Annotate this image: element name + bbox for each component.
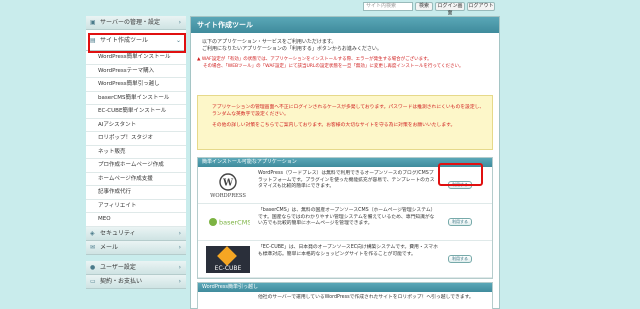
use-eccube-button[interactable]: 利用する [448,255,472,263]
chevron-right-icon: › [178,243,181,251]
sidebar-item[interactable]: baserCMS簡単インストール [86,91,186,105]
search-input[interactable]: サイト内検索 [363,2,413,11]
intro-line: 以下のアプリケーション・サービスをご利用いただけます。 [202,39,337,45]
app-description: 「baserCMS」は、無料の国産オープンソースCMS（ホームページ管理システム… [258,208,436,226]
sidebar-item[interactable]: WordPress簡単インストール [86,51,186,65]
logo-text: EC-CUBE [215,265,242,272]
card-icon: ▭ [90,277,96,285]
sidebar-item[interactable]: ロリポップ！スタジオ [86,132,186,146]
sidebar-item[interactable]: ホームページ作成支援 [86,172,186,186]
sidebar-cat-user[interactable]: ● ユーザー設定 › [86,260,186,275]
wordpress-logo: W WORDPRESS [206,172,250,199]
sidebar-cat-label: ユーザー設定 [100,263,136,271]
wp-migration-section: WordPress簡単引っ越し 他社のサーバーで運用しているWordPressで… [197,282,493,309]
user-icon: ● [90,263,96,271]
right-background [500,16,640,309]
section-title: WordPress簡単引っ越し [198,283,492,292]
logo-text: WORDPRESS [210,193,246,199]
sidebar-item[interactable]: AIアシスタント [86,118,186,132]
sidebar-cat-server[interactable]: ▣ サーバーの管理・設定 › [86,16,186,30]
notice-text: その他の詳しい対策をこちらでご案内しております。お客様の大切なサイトを守る為に対… [212,123,456,128]
login-screen-button[interactable]: ログイン画面 [435,2,465,16]
app-row-basercms: baserCMS 「baserCMS」は、無料の国産オープンソースCMS（ホーム… [198,204,492,241]
mail-icon: ✉ [90,243,96,251]
security-notice: アプリケーションの管理画面へ不正にログインされるケースが多発しております。パスワ… [197,95,493,150]
sidebar-cat-label: セキュリティ [100,229,136,237]
shield-icon: ◈ [90,229,95,237]
section-description: 他社のサーバーで運用しているWordPressで作成されたサイトをロリポップ！へ… [258,295,474,300]
basercms-logo: baserCMS [206,209,251,236]
sidebar-cat-label: メール [100,243,119,251]
sidebar-cat-billing[interactable]: ▭ 契約・お支払い › [86,274,186,289]
chevron-right-icon: › [178,263,181,271]
logout-button[interactable]: ログアウト [467,2,495,11]
chevron-right-icon: › [178,229,181,237]
highlight-annotation [438,163,483,186]
eccube-logo: EC-CUBE [206,246,250,273]
page-title: サイト作成ツール [191,17,499,33]
warning-line: その場合、「WEBツール」の「WAF設定」にて該当URLの設定状態を一旦「無効」… [203,63,464,69]
sidebar-item[interactable]: 記事作成代行 [86,186,186,200]
intro-text: 以下のアプリケーション・サービスをご利用いただけます。 ご利用になりたいアプリケ… [191,33,499,53]
sidebar-cat-label: サーバーの管理・設定 [100,19,160,26]
sidebar-item[interactable]: プロ作成ホームページ作成 [86,159,186,173]
sidebar-item[interactable]: アフィリエイト [86,199,186,213]
sidebar-item[interactable]: ネット販売 [86,145,186,159]
sidebar-cat-label: 契約・お支払い [100,277,143,285]
use-basercms-button[interactable]: 利用する [448,218,472,226]
top-bar: サイト内検索 検索 ログイン画面 ログアウト [0,0,640,16]
sidebar-item[interactable]: EC-CUBE簡単インストール [86,105,186,119]
chevron-right-icon: › [178,277,181,285]
notice-text: アプリケーションの管理画面へ不正にログインされるケースが多発しております。パスワ… [212,105,485,117]
highlight-annotation [88,33,186,53]
waf-warning: ▲ WAF設定が「有効」の状態では、アプリケーションをインストールする際、エラー… [191,53,499,70]
sidebar-item[interactable]: MEO [86,213,186,227]
logo-text: baserCMS [219,219,250,227]
search-button[interactable]: 検索 [415,2,433,11]
intro-line: ご利用になりたいアプリケーションの「利用する」ボタンからお進みください。 [202,46,382,52]
sidebar-cat-security[interactable]: ◈ セキュリティ › [86,226,186,241]
app-description: 「EC-CUBE」は、日本発のオープンソースEC向け構築システムです。費用・スマ… [258,245,438,257]
svg-text:W: W [222,179,234,189]
sidebar-item[interactable]: WordPress簡単引っ越し [86,78,186,92]
sidebar-cat-mail[interactable]: ✉ メール › [86,240,186,255]
server-icon: ▣ [90,19,96,26]
app-row-eccube: EC-CUBE 「EC-CUBE」は、日本発のオープンソースEC向け構築システム… [198,241,492,278]
sidebar-item[interactable]: WordPressテーマ購入 [86,64,186,78]
app-description: WordPress（ワードプレス）は無料で利用できるオープンソースのブログ/CM… [258,171,435,189]
chevron-right-icon: › [178,19,181,26]
sidebar: ▣ サーバーの管理・設定 › ▤ サイト作成ツール ⌄ WordPress簡単イ… [86,16,186,289]
